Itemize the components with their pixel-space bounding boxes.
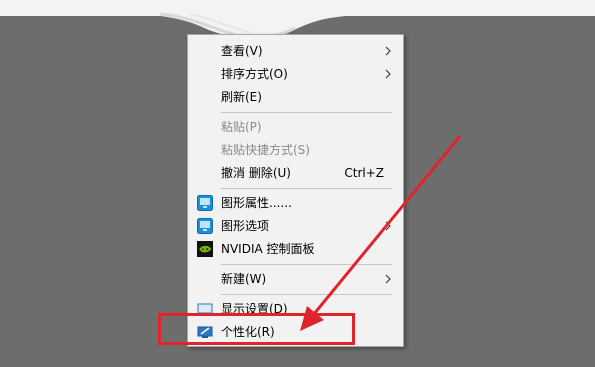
chevron-right-icon: [385, 69, 391, 79]
menu-item-label: 粘贴快捷方式(S): [221, 143, 310, 157]
menu-item-refresh[interactable]: 刷新(E): [188, 86, 403, 108]
menu-item-view[interactable]: 查看(V): [188, 40, 403, 62]
menu-item-graphics-options[interactable]: 图形选项: [188, 215, 403, 237]
menu-item-label: 新建(W): [221, 272, 267, 286]
menu-item-label: 查看(V): [221, 44, 263, 58]
menu-separator: [221, 188, 392, 189]
menu-separator: [221, 264, 392, 265]
nvidia-icon: [197, 241, 213, 257]
menu-item-label: 图形属性......: [221, 196, 292, 210]
menu-item-paste-shortcut[interactable]: 粘贴快捷方式(S): [188, 139, 403, 161]
menu-item-paste[interactable]: 粘贴(P): [188, 116, 403, 138]
menu-item-shortcut: Ctrl+Z: [344, 166, 384, 180]
chevron-right-icon: [385, 221, 391, 231]
menu-item-graphics-properties[interactable]: 图形属性......: [188, 192, 403, 214]
chevron-right-icon: [385, 46, 391, 56]
menu-separator: [221, 294, 392, 295]
menu-item-label: 撤消 删除(U): [221, 166, 291, 180]
graphics-options-icon: [197, 218, 213, 234]
menu-item-undo-delete[interactable]: 撤消 删除(U) Ctrl+Z: [188, 162, 403, 184]
menu-item-label: 粘贴(P): [221, 120, 262, 134]
menu-item-label: 排序方式(O): [221, 67, 288, 81]
annotation-highlight-box: [158, 313, 355, 345]
menu-item-label: NVIDIA 控制面板: [221, 242, 315, 256]
chevron-right-icon: [385, 274, 391, 284]
menu-separator: [221, 112, 392, 113]
menu-item-nvidia-control-panel[interactable]: NVIDIA 控制面板: [188, 238, 403, 260]
menu-item-label: 刷新(E): [221, 90, 262, 104]
graphics-properties-icon: [197, 195, 213, 211]
menu-item-new[interactable]: 新建(W): [188, 268, 403, 290]
menu-item-sort-by[interactable]: 排序方式(O): [188, 63, 403, 85]
menu-item-label: 图形选项: [221, 219, 270, 233]
desktop-context-menu: 查看(V) 排序方式(O) 刷新(E) 粘贴(P) 粘贴快捷方式(S) 撤消 删…: [187, 34, 404, 347]
